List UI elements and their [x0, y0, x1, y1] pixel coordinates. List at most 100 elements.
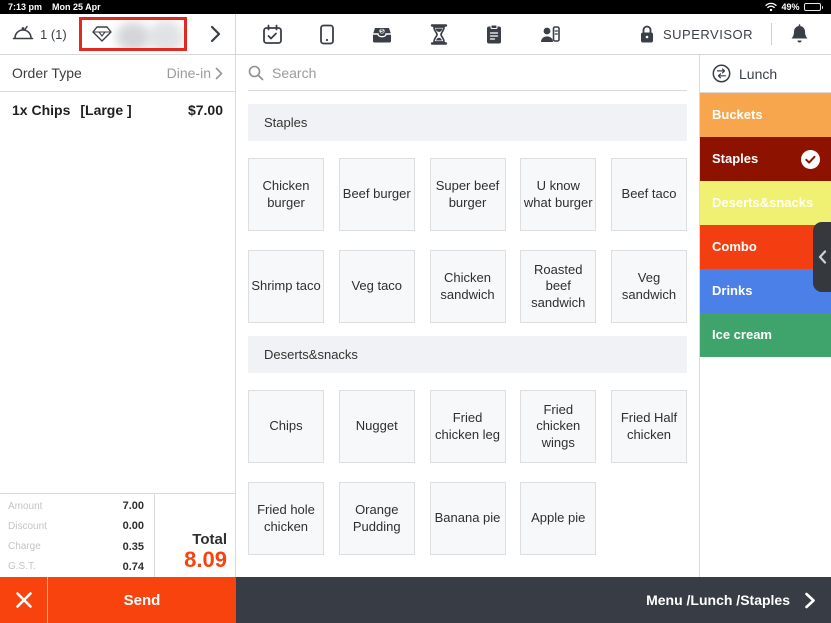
category-label: Drinks — [712, 282, 753, 298]
product-button[interactable]: Veg sandwich — [611, 250, 687, 323]
order-type-value: Dine-in — [166, 65, 211, 81]
order-type-row[interactable]: Order Type Dine-in — [0, 55, 235, 92]
menu-switcher[interactable]: Lunch — [700, 55, 831, 93]
toolbar-right-group: SUPERVISOR — [639, 14, 831, 54]
mobile-device-icon[interactable] — [319, 24, 335, 45]
chevron-right-icon — [215, 67, 223, 80]
product-button[interactable]: Chicken burger — [248, 158, 324, 231]
hourglass-icon[interactable] — [429, 23, 449, 45]
totals-label: Discount — [8, 520, 47, 532]
battery-icon — [803, 3, 823, 11]
status-date: Mon 25 Apr — [52, 2, 101, 12]
product-button[interactable]: Chicken sandwich — [429, 250, 506, 323]
breadcrumb: Menu /Lunch /Staples — [646, 592, 790, 608]
clipboard-icon[interactable] — [485, 24, 503, 45]
product-button[interactable]: Roasted beef sandwich — [520, 250, 597, 323]
battery-percent: 49% — [781, 2, 800, 12]
redacted-blur — [147, 20, 184, 48]
category-button-staples[interactable]: Staples — [700, 137, 831, 181]
order-type-label: Order Type — [12, 65, 82, 81]
chevron-right-icon[interactable] — [209, 25, 221, 43]
supervisor-label[interactable]: SUPERVISOR — [663, 27, 753, 42]
highlighted-redacted-area[interactable] — [78, 17, 187, 51]
category-list: Buckets Staples Deserts&snacks Combo Drinks I… — [700, 93, 831, 357]
order-item-name: 1x Chips — [12, 102, 71, 118]
product-button[interactable]: Nugget — [338, 390, 415, 463]
toolbar-divider — [771, 23, 772, 45]
menu-name: Lunch — [739, 65, 778, 82]
cash-drawer-icon[interactable]: $ — [371, 24, 393, 44]
section-header: Staples — [248, 104, 687, 141]
calendar-check-icon[interactable] — [262, 24, 283, 45]
order-panel: Order Type Dine-in 1x Chips [Large ] $7.00… — [0, 55, 236, 577]
toolbar-middle-group: $ — [236, 14, 561, 54]
product-button[interactable]: U know what burger — [520, 158, 597, 231]
totals-value: 0.74 — [122, 560, 144, 573]
lock-icon — [639, 24, 655, 44]
close-icon — [15, 591, 33, 609]
customer-card-icon[interactable] — [539, 24, 561, 44]
product-button[interactable]: Beef burger — [338, 158, 415, 231]
product-button[interactable]: Veg taco — [338, 250, 415, 323]
product-grid: Chips Nugget Fried chicken leg Fried chicke… — [248, 390, 687, 555]
total-label: Total — [192, 530, 227, 548]
product-button[interactable]: Fried Half chicken — [611, 390, 687, 463]
search-placeholder: Search — [272, 64, 317, 81]
pos-screen: 7:13 pm Mon 25 Apr 49% 1 (1) $ SUPERVISO… — [0, 0, 831, 623]
product-button[interactable]: Orange Pudding — [338, 482, 415, 555]
totals-area: Amount 7.00 Discount 0.00 Charge 0.35 G.S.T. 0.… — [0, 493, 235, 577]
diamond-icon — [92, 25, 112, 43]
cloche-icon[interactable] — [12, 24, 34, 44]
product-button[interactable]: Super beef burger — [429, 158, 506, 231]
swap-arrows-icon — [712, 64, 731, 83]
product-button[interactable]: Fried chicken leg — [429, 390, 506, 463]
toolbar-left-group: 1 (1) — [0, 14, 236, 54]
category-button-drinks[interactable]: Drinks — [700, 269, 831, 313]
category-button-combo[interactable]: Combo — [700, 225, 831, 269]
product-button[interactable]: Fried chicken wings — [520, 390, 597, 463]
status-time: 7:13 pm — [8, 2, 43, 12]
totals-row: Discount 0.00 — [8, 520, 144, 532]
total-value: 8.09 — [184, 546, 227, 572]
status-bar: 7:13 pm Mon 25 Apr 49% — [0, 0, 831, 14]
bell-icon[interactable] — [790, 23, 809, 45]
product-button[interactable]: Beef taco — [611, 158, 687, 231]
menu-sections: Staples Chicken burger Beef burger Super be… — [248, 104, 687, 555]
order-item-list: 1x Chips [Large ] $7.00 — [0, 92, 235, 128]
search-bar[interactable]: Search — [248, 55, 687, 91]
product-button[interactable]: Banana pie — [429, 482, 506, 555]
category-button-buckets[interactable]: Buckets — [700, 93, 831, 137]
order-item-row[interactable]: 1x Chips [Large ] $7.00 — [12, 102, 223, 118]
wifi-icon — [765, 2, 778, 12]
totals-value: 7.00 — [122, 500, 144, 512]
content-area: Order Type Dine-in 1x Chips [Large ] $7.00… — [0, 55, 831, 577]
redacted-blur — [115, 22, 150, 48]
order-count-label: 1 (1) — [40, 26, 67, 42]
category-label: Staples — [712, 150, 759, 166]
category-label: Buckets — [712, 106, 763, 122]
drawer-handle[interactable] — [813, 222, 831, 292]
send-button[interactable]: Send — [48, 577, 236, 623]
totals-row: Amount 7.00 — [8, 500, 144, 512]
category-button-ice-cream[interactable]: Ice cream — [700, 313, 831, 357]
order-item-price: $7.00 — [187, 102, 223, 118]
product-button[interactable]: Apple pie — [520, 482, 597, 555]
menu-panel: Search Staples Chicken burger Beef burger S… — [236, 55, 700, 577]
product-button[interactable]: Fried hole chicken — [248, 482, 324, 555]
selected-check-icon — [800, 149, 821, 170]
order-item-modifier: [Large ] — [80, 102, 132, 118]
category-label: Combo — [712, 238, 757, 254]
product-button[interactable]: Chips — [248, 390, 324, 463]
cancel-button[interactable] — [0, 577, 48, 623]
totals-row: Charge 0.35 — [8, 541, 144, 553]
breadcrumb-bar[interactable]: Menu /Lunch /Staples — [236, 577, 831, 623]
bottom-bar-left: Send — [0, 577, 236, 623]
product-grid: Chicken burger Beef burger Super beef burg… — [248, 158, 687, 323]
totals-label: Charge — [8, 541, 41, 553]
product-button[interactable]: Shrimp taco — [248, 250, 324, 323]
category-button-deserts-snacks[interactable]: Deserts&snacks — [700, 181, 831, 225]
chevron-left-icon — [818, 250, 827, 264]
category-panel: Lunch Buckets Staples Deserts&snacks Combo D… — [700, 55, 831, 577]
totals-value: 0.00 — [122, 520, 144, 533]
bottom-bar: Send Menu /Lunch /Staples — [0, 577, 831, 623]
